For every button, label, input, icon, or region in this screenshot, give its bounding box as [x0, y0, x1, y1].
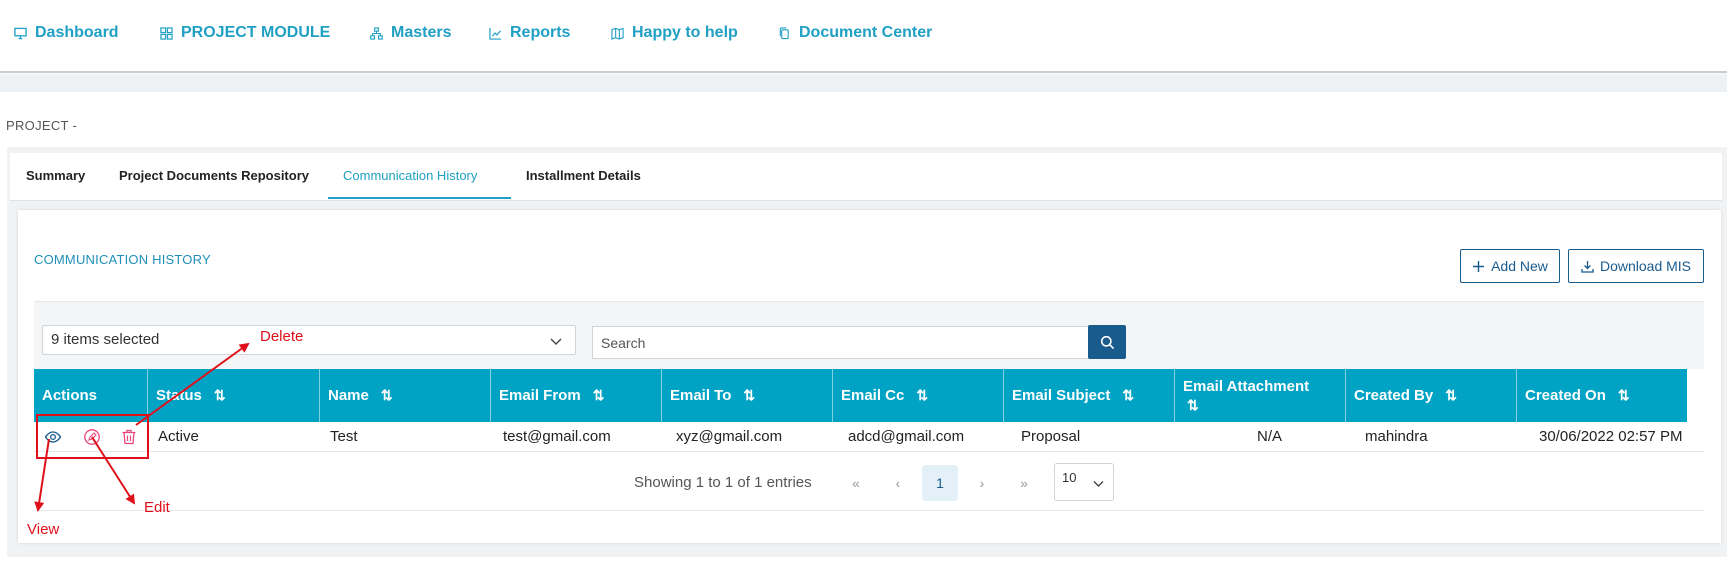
nav-document-center[interactable]: Document Center	[778, 24, 932, 42]
page-size-value: 10	[1062, 470, 1077, 485]
annotation-edit-label: Edit	[144, 499, 170, 516]
sort-icon: ⇅	[1122, 387, 1135, 403]
sort-icon: ⇅	[1617, 387, 1630, 403]
column-header-email-attachment-label: Email Attachment	[1183, 377, 1310, 395]
sort-icon: ⇅	[1445, 387, 1457, 403]
top-navbar: Dashboard PROJECT MODULE Masters Reports…	[0, 0, 1727, 73]
next-page-button[interactable]: ›	[964, 465, 1000, 501]
pagination-summary: Showing 1 to 1 of 1 entries	[634, 474, 812, 491]
cell-email-subject: Proposal	[1021, 428, 1081, 445]
cell-created-by: mahindra	[1365, 428, 1428, 445]
annotation-delete-label: Delete	[260, 328, 304, 345]
map-icon	[611, 27, 624, 40]
cell-name: Test	[330, 428, 358, 445]
column-header-email-to[interactable]: Email To ⇅	[662, 369, 833, 422]
sort-icon: ⇅	[743, 387, 756, 403]
column-header-email-from-label: Email From	[499, 387, 581, 404]
search-button[interactable]	[1088, 325, 1126, 359]
column-header-email-from[interactable]: Email From ⇅	[491, 369, 662, 422]
prev-page-button[interactable]: ‹	[880, 465, 916, 501]
column-header-status[interactable]: Status ⇅	[148, 369, 320, 422]
column-header-created-by-label: Created By	[1354, 387, 1434, 404]
annotation-view-label: View	[27, 521, 60, 538]
column-header-created-by[interactable]: Created By ⇅	[1346, 369, 1517, 422]
chevron-down-icon	[550, 338, 562, 345]
sort-icon: ⇅	[213, 387, 226, 403]
download-mis-button[interactable]: Download MIS	[1568, 249, 1704, 283]
plus-icon	[1473, 260, 1485, 272]
search-icon	[1100, 335, 1114, 349]
column-header-name[interactable]: Name ⇅	[320, 369, 491, 422]
sort-icon: ⇅	[916, 387, 929, 403]
column-header-name-label: Name	[328, 387, 369, 404]
column-header-created-on[interactable]: Created On ⇅	[1517, 369, 1687, 422]
cell-email-from: test@gmail.com	[503, 428, 611, 445]
cell-email-cc: adcd@gmail.com	[848, 428, 965, 445]
nav-dashboard-label: Dashboard	[35, 24, 119, 41]
tab-bar: Summary Project Documents Repository Com…	[10, 153, 1722, 201]
grid-icon	[160, 26, 173, 40]
add-new-button[interactable]: Add New	[1460, 249, 1560, 283]
header-divider-strip	[0, 75, 1727, 92]
chevron-down-icon	[1093, 481, 1104, 487]
active-tab-indicator	[328, 197, 511, 199]
sitemap-icon	[370, 26, 383, 40]
column-header-status-label: Status	[156, 387, 202, 404]
download-mis-label: Download MIS	[1599, 258, 1692, 274]
annotation-actions-box	[36, 414, 149, 459]
section-title: COMMUNICATION HISTORY	[34, 252, 211, 267]
add-new-label: Add New	[1491, 258, 1548, 274]
download-icon	[1581, 260, 1594, 273]
column-header-email-cc-label: Email Cc	[841, 387, 905, 404]
nav-happy-to-help-label: Happy to help	[632, 24, 738, 41]
nav-dashboard[interactable]: Dashboard	[14, 24, 119, 42]
nav-project-module-label: PROJECT MODULE	[181, 24, 331, 41]
tab-summary[interactable]: Summary	[26, 168, 85, 183]
column-header-email-to-label: Email To	[670, 387, 732, 404]
line-chart-icon	[489, 27, 502, 40]
sort-icon: ⇅	[380, 387, 393, 403]
table-row: Active Test test@gmail.com xyz@gmail.com…	[34, 422, 1704, 452]
nav-happy-to-help[interactable]: Happy to help	[611, 24, 738, 42]
table-footer-divider	[34, 510, 1704, 511]
nav-document-center-label: Document Center	[799, 24, 933, 41]
nav-masters[interactable]: Masters	[370, 24, 451, 42]
page-size-select[interactable]: 10	[1054, 463, 1114, 501]
page-1-button[interactable]: 1	[922, 465, 958, 501]
column-header-actions-label: Actions	[42, 387, 98, 404]
nav-reports-label: Reports	[510, 24, 571, 41]
monitor-icon	[14, 27, 27, 39]
column-multiselect[interactable]: 9 items selected	[42, 325, 576, 355]
first-page-button[interactable]: «	[838, 465, 874, 501]
tab-installment-details[interactable]: Installment Details	[526, 168, 641, 183]
nav-masters-label: Masters	[391, 24, 452, 41]
sort-icon: ⇅	[592, 387, 605, 403]
column-header-email-subject[interactable]: Email Subject ⇅	[1004, 369, 1175, 422]
column-header-email-attachment[interactable]: Email Attachment ⇅	[1175, 369, 1346, 422]
nav-project-module[interactable]: PROJECT MODULE	[160, 24, 330, 42]
cell-created-on: 30/06/2022 02:57 PM	[1539, 428, 1683, 445]
sort-icon: ⇅	[1187, 396, 1199, 413]
breadcrumb: PROJECT -	[6, 118, 78, 133]
cell-email-to: xyz@gmail.com	[676, 428, 783, 445]
multiselect-value: 9 items selected	[51, 331, 160, 348]
table-header: Actions Status ⇅ Name ⇅ Email From ⇅ Email …	[34, 369, 1687, 422]
tab-project-documents-repository[interactable]: Project Documents Repository	[119, 168, 309, 183]
copy-icon	[779, 26, 789, 39]
search-input[interactable]	[592, 326, 1089, 359]
tab-communication-history[interactable]: Communication History	[343, 168, 477, 183]
column-header-created-on-label: Created On	[1525, 387, 1606, 404]
nav-reports[interactable]: Reports	[489, 24, 570, 42]
cell-email-attachment: N/A	[1257, 428, 1283, 445]
last-page-button[interactable]: »	[1006, 465, 1042, 501]
cell-status: Active	[158, 428, 199, 445]
column-header-email-cc[interactable]: Email Cc ⇅	[833, 369, 1004, 422]
column-header-email-subject-label: Email Subject	[1012, 387, 1111, 404]
